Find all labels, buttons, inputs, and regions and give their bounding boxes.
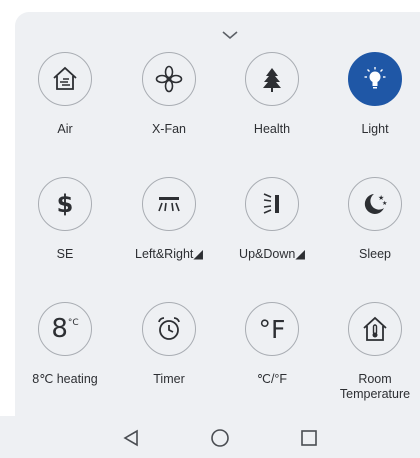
health-label: Health xyxy=(253,122,291,136)
x-fan-tile[interactable]: X-Fan xyxy=(125,52,213,162)
back-triangle-icon[interactable] xyxy=(121,428,141,448)
se-tile[interactable]: $ SE xyxy=(21,177,109,287)
light-bulb-icon xyxy=(360,64,390,94)
svg-text:★: ★ xyxy=(382,200,387,207)
chevron-down-icon[interactable] xyxy=(220,28,240,42)
alarm-clock-icon xyxy=(154,314,184,344)
fan-icon xyxy=(154,64,184,94)
light-tile[interactable]: Light xyxy=(331,52,419,162)
air-button[interactable] xyxy=(38,52,92,106)
up-down-swing-icon xyxy=(257,189,287,219)
x-fan-label: X-Fan xyxy=(151,122,187,136)
fahrenheit-button[interactable]: °F xyxy=(245,302,299,356)
8c-heating-button[interactable]: 8°C xyxy=(38,302,92,356)
fahrenheit-icon: °F xyxy=(258,314,286,344)
air-label: Air xyxy=(57,122,73,136)
air-icon xyxy=(50,64,80,94)
home-thermometer-icon xyxy=(360,314,390,344)
room-temperature-tile[interactable]: Room Temperature xyxy=(331,302,419,412)
left-right-swing-icon xyxy=(154,189,184,219)
room-temperature-button[interactable] xyxy=(348,302,402,356)
8c-heating-tile[interactable]: 8°C 8℃ heating xyxy=(21,302,109,412)
tree-icon xyxy=(257,64,287,94)
sleep-label: Sleep xyxy=(359,247,391,261)
fahrenheit-tile[interactable]: °F ℃/°F xyxy=(228,302,316,412)
sleep-button[interactable]: ★ ★ xyxy=(348,177,402,231)
navigation-bar xyxy=(0,416,420,458)
home-circle-icon[interactable] xyxy=(210,428,230,448)
timer-label: Timer xyxy=(153,372,185,386)
light-label: Light xyxy=(361,122,389,136)
left-right-button[interactable] xyxy=(142,177,196,231)
up-down-label: Up&Down◢ xyxy=(239,247,305,261)
left-right-label: Left&Right◢ xyxy=(135,247,203,261)
air-tile[interactable]: Air xyxy=(21,52,109,162)
health-button[interactable] xyxy=(245,52,299,106)
timer-button[interactable] xyxy=(142,302,196,356)
moon-stars-icon: ★ ★ xyxy=(360,189,390,219)
fahrenheit-label: ℃/°F xyxy=(256,372,288,386)
up-down-tile[interactable]: Up&Down◢ xyxy=(228,177,316,287)
light-button[interactable] xyxy=(348,52,402,106)
x-fan-button[interactable] xyxy=(142,52,196,106)
up-down-button[interactable] xyxy=(245,177,299,231)
8c-heating-label: 8℃ heating xyxy=(32,372,98,386)
timer-tile[interactable]: Timer xyxy=(125,302,213,412)
dollar-icon: $ xyxy=(56,190,74,218)
control-panel: Air X-Fan Health Light $ SE Left&Right◢ … xyxy=(15,12,420,416)
recents-square-icon[interactable] xyxy=(299,428,319,448)
sleep-tile[interactable]: ★ ★ Sleep xyxy=(331,177,419,287)
room-temperature-label: Room Temperature xyxy=(339,372,411,401)
health-tile[interactable]: Health xyxy=(228,52,316,162)
se-button[interactable]: $ xyxy=(38,177,92,231)
8c-heating-icon: 8°C xyxy=(51,314,79,344)
left-right-tile[interactable]: Left&Right◢ xyxy=(125,177,213,287)
se-label: SE xyxy=(56,247,74,261)
